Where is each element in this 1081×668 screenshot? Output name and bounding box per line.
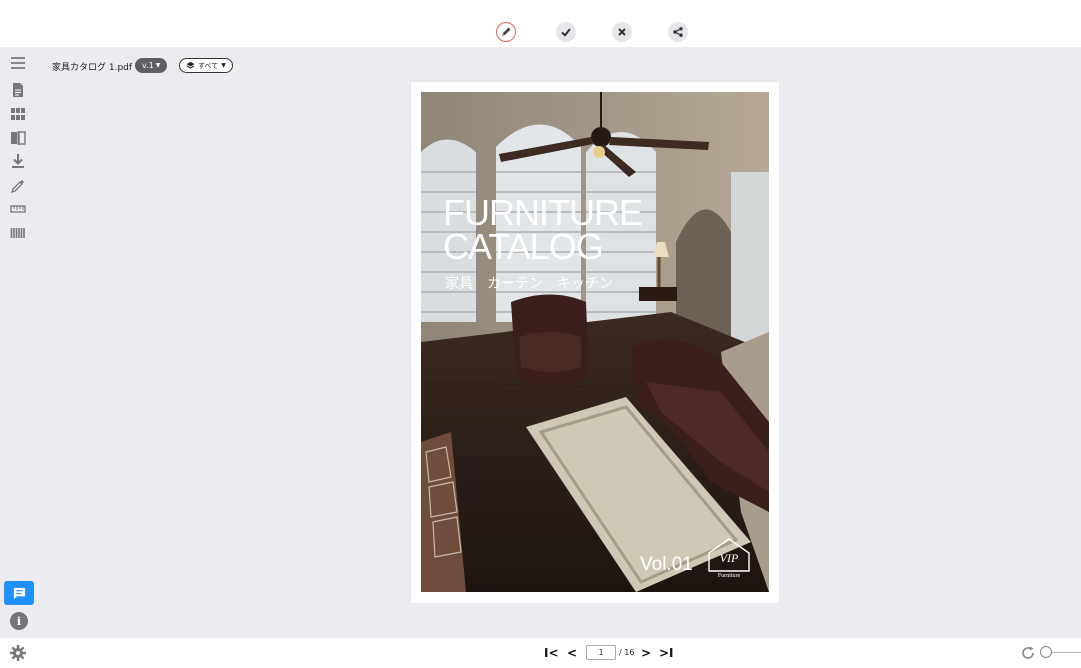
version-label: v.1 (142, 61, 154, 70)
grid-view-button[interactable] (8, 104, 28, 124)
reject-button[interactable] (612, 22, 632, 42)
last-page-button[interactable]: >I (659, 646, 674, 660)
chevron-down-icon: ▼ (221, 62, 226, 69)
comment-icon (13, 587, 25, 599)
layer-label: すべて (198, 61, 219, 70)
next-page-button[interactable]: > (641, 646, 651, 660)
check-icon (561, 28, 571, 37)
pencil-button[interactable] (496, 22, 516, 42)
download-button[interactable] (8, 151, 28, 171)
file-name: 家具カタログ 1.pdf (52, 63, 133, 73)
comments-button[interactable] (4, 581, 34, 605)
svg-text:Furniture: Furniture (718, 573, 741, 579)
bottom-toolbar: I< < / 16 > >I (0, 638, 1081, 668)
svg-text:VIP: VIP (720, 551, 739, 565)
cover-title-line1: FURNITURE (443, 192, 643, 233)
version-dropdown[interactable]: v.1 ▼ (135, 58, 168, 73)
catalog-cover: FURNITURE CATALOG 家具 カーテン キッチン Vol.01 VI… (421, 92, 769, 592)
prev-page-button[interactable]: < (567, 646, 577, 660)
living-room-photo (421, 92, 769, 592)
download-icon (12, 154, 24, 168)
approve-button[interactable] (556, 22, 576, 42)
top-toolbar (0, 0, 1081, 47)
menu-icon (11, 57, 25, 69)
gear-icon[interactable] (9, 644, 27, 662)
vip-furniture-logo: VIP Furniture (708, 538, 750, 579)
compare-button[interactable] (8, 128, 28, 148)
cover-volume: Vol.01 (640, 554, 693, 575)
cover-title: FURNITURE CATALOG (443, 192, 643, 267)
zoom-slider-track[interactable] (1052, 652, 1081, 653)
layer-dropdown[interactable]: すべて ▼ (179, 58, 233, 73)
grid-icon (11, 108, 25, 120)
eyedropper-icon (10, 180, 24, 194)
barcode-button[interactable] (8, 223, 28, 243)
info-icon: i (16, 614, 22, 628)
info-button[interactable]: i (10, 612, 28, 630)
refresh-icon[interactable] (1020, 645, 1036, 661)
eyedropper-button[interactable] (8, 176, 28, 196)
page-number-input[interactable] (586, 645, 616, 660)
ruler-icon (10, 205, 26, 213)
layers-icon (186, 61, 195, 69)
chevron-down-icon: ▼ (155, 62, 161, 69)
compare-icon (11, 131, 26, 145)
close-icon (618, 28, 626, 36)
barcode-icon (10, 228, 25, 238)
page-total: / 16 (619, 648, 635, 657)
share-button[interactable] (668, 22, 688, 42)
document-button[interactable] (8, 80, 28, 100)
ruler-button[interactable] (8, 199, 28, 219)
document-icon (13, 83, 23, 97)
zoom-slider-handle[interactable] (1040, 646, 1052, 658)
pencil-icon (502, 27, 511, 36)
share-icon (673, 27, 683, 37)
menu-button[interactable] (8, 53, 28, 73)
cover-title-line2: CATALOG (443, 226, 604, 267)
document-page: FURNITURE CATALOG 家具 カーテン キッチン Vol.01 VI… (411, 82, 779, 603)
cover-subtitle: 家具 カーテン キッチン (445, 276, 613, 292)
first-page-button[interactable]: I< (544, 646, 559, 660)
